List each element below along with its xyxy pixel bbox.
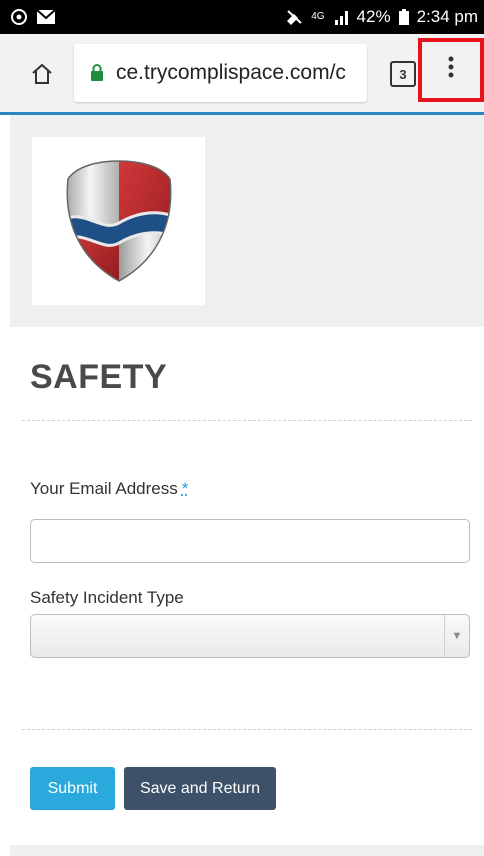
app-notification-icon — [10, 8, 28, 26]
form-divider — [22, 729, 472, 730]
tab-switcher-button[interactable]: 3 — [390, 61, 416, 87]
status-bar: 4G 42% 2:34 pm — [0, 0, 484, 34]
url-text: ce.trycomplispace.com/c — [116, 61, 346, 84]
save-and-return-button[interactable]: Save and Return — [124, 767, 276, 810]
shield-logo-icon — [66, 160, 171, 282]
page-title: SAFETY — [30, 358, 168, 396]
clock: 2:34 pm — [416, 7, 478, 26]
required-marker: * — [181, 479, 189, 498]
network-type: 4G — [311, 11, 325, 22]
url-bar[interactable]: ce.trycomplispace.com/c — [74, 44, 367, 102]
signal-icon — [333, 9, 349, 25]
mute-icon — [285, 9, 303, 25]
home-icon — [30, 62, 54, 91]
incident-type-select[interactable]: ▼ — [30, 614, 470, 658]
incident-type-label: Safety Incident Type — [30, 588, 184, 607]
mail-icon — [36, 9, 56, 25]
email-label: Your Email Address * — [30, 479, 188, 499]
submit-button[interactable]: Submit — [30, 767, 115, 810]
menu-highlight-box — [418, 38, 484, 102]
email-field[interactable] — [30, 519, 470, 563]
home-button[interactable] — [22, 56, 62, 96]
select-arrow-icon: ▼ — [444, 615, 469, 657]
battery-percent: 42% — [356, 7, 391, 26]
logo — [32, 137, 205, 305]
email-label-text: Your Email Address — [30, 479, 178, 498]
page-footer — [10, 845, 484, 856]
lock-icon — [90, 64, 104, 82]
title-divider — [22, 420, 472, 421]
battery-icon — [398, 9, 409, 25]
